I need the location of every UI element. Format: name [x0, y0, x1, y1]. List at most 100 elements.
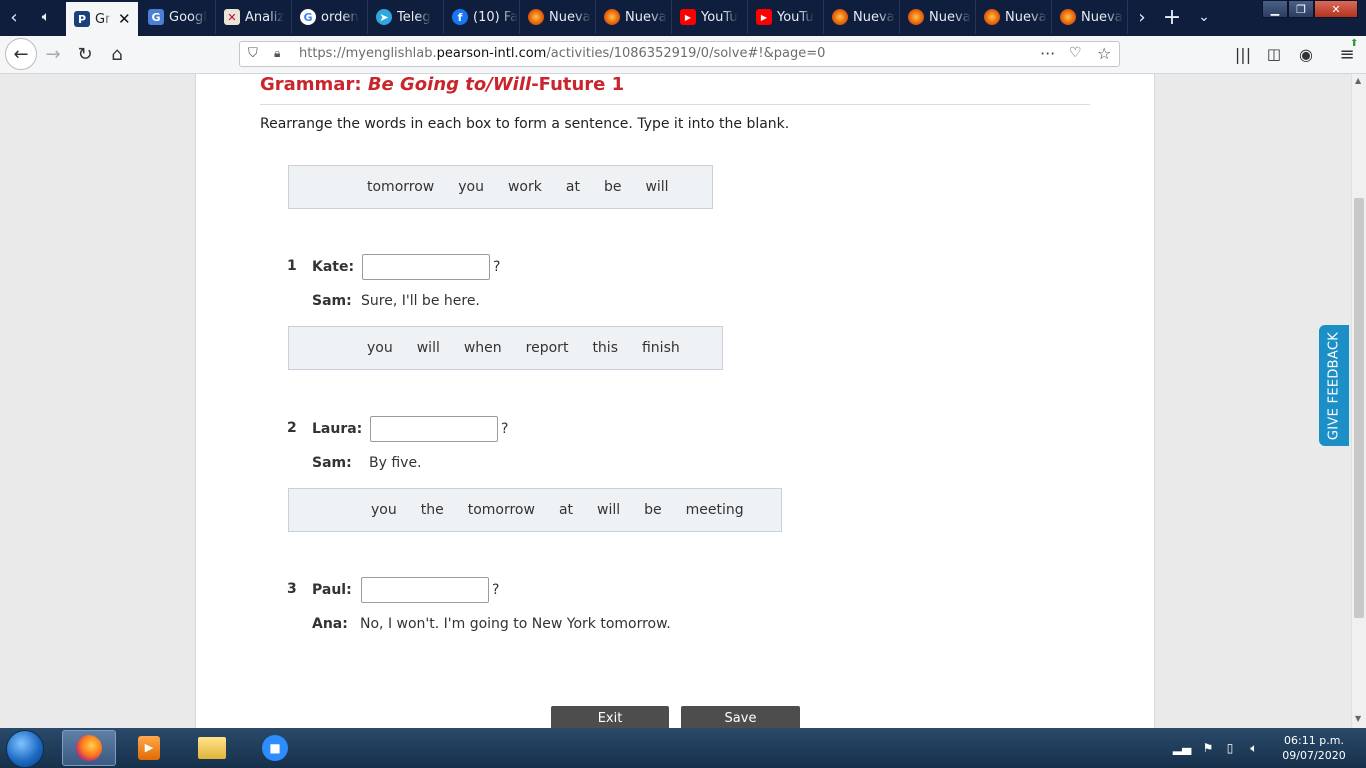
word: you [367, 340, 393, 356]
browser-tab-strip: ‹ 🔈︎ P Gr ✕ G Googl ✕ Analiz G orden ➤ T… [0, 0, 1366, 36]
restore-window-icon[interactable]: ❐ [1288, 0, 1314, 18]
update-available-icon: ⬆ [1350, 38, 1359, 49]
back-arrow-icon[interactable]: ← [5, 38, 37, 70]
google-icon: G [300, 9, 316, 25]
save-button[interactable]: Save [681, 706, 800, 728]
word: report [525, 340, 569, 356]
give-feedback-label: GIVE FEEDBACK [1326, 331, 1342, 440]
instruction-text: Rearrange the words in each box to form … [260, 116, 790, 132]
firefox-icon [604, 9, 620, 25]
taskbar-zoom[interactable]: ■ [248, 730, 302, 766]
speaker-audio-icon[interactable]: 🔈︎ [34, 5, 58, 29]
tab-telegram[interactable]: ➤ Teleg [368, 0, 444, 34]
firefox-icon [908, 9, 924, 25]
bookmark-star-icon[interactable]: ☆ [1097, 44, 1111, 63]
library-icon[interactable]: ||| [1229, 40, 1257, 68]
taskbar-clock[interactable]: 06:11 p.m. 09/07/2020 [1274, 733, 1354, 763]
close-window-icon[interactable]: ✕ [1314, 0, 1358, 18]
tab-nueva[interactable]: Nueva [900, 0, 976, 34]
tab-youtube[interactable]: ▶ YouTu [748, 0, 824, 34]
reply-text: Sure, I'll be here. [361, 293, 480, 309]
scroll-up-icon[interactable]: ▲ [1355, 76, 1361, 85]
tab-nueva[interactable]: Nueva [520, 0, 596, 34]
action-center-flag-icon[interactable]: ⚑ [1200, 740, 1216, 756]
tab-nueva[interactable]: Nueva [976, 0, 1052, 34]
word: at [565, 179, 580, 195]
tab-nueva[interactable]: Nueva [824, 0, 900, 34]
answer-input[interactable] [362, 254, 490, 280]
sidebar-icon[interactable]: ◫ [1260, 40, 1288, 68]
page-scrollbar[interactable]: ▲ ▼ [1351, 74, 1366, 728]
title-divider [260, 104, 1090, 105]
start-button-windows-icon[interactable] [6, 730, 44, 768]
tab-youtube[interactable]: ▶ YouTu [672, 0, 748, 34]
reload-icon[interactable]: ↻ [71, 40, 99, 68]
scrollbar-thumb[interactable] [1354, 198, 1364, 618]
close-tab-icon[interactable]: ✕ [118, 10, 131, 28]
lock-icon[interactable]: 🔒︎ [274, 46, 280, 61]
taskbar-media-player[interactable]: ▶ [122, 730, 176, 766]
page-actions-menu-icon[interactable]: ··· [1040, 44, 1055, 63]
tab-nueva[interactable]: Nueva [596, 0, 672, 34]
taskbar-file-explorer[interactable] [185, 730, 239, 766]
word: will [645, 179, 669, 195]
tab-label: Nueva [929, 9, 971, 25]
url-bar[interactable]: ⛉ 🔒︎ https://myenglishlab.pearson-intl.c… [239, 41, 1120, 67]
url-text[interactable]: https://myenglishlab.pearson-intl.com/ac… [299, 46, 825, 61]
tab-analiz[interactable]: ✕ Analiz [216, 0, 292, 34]
word-box: tomorrow you work at be will [288, 165, 713, 209]
give-feedback-tab[interactable]: GIVE FEEDBACK [1319, 325, 1349, 446]
tab-label: Googl [169, 9, 207, 25]
title-suffix: -Future 1 [531, 74, 625, 95]
tab-pearson[interactable]: P Gr ✕ [66, 2, 138, 36]
tab-label: Gr [95, 11, 111, 27]
word: you [458, 179, 484, 195]
word: tomorrow [367, 179, 435, 195]
home-icon[interactable]: ⌂ [103, 40, 131, 68]
url-prefix: https://myenglishlab. [299, 46, 437, 61]
url-domain: pearson-intl.com [436, 46, 547, 61]
new-tab-plus-icon[interactable]: + [1160, 5, 1184, 30]
word: be [644, 502, 662, 518]
question-mark: ? [492, 582, 500, 598]
tab-facebook[interactable]: f (10) Fa [444, 0, 520, 34]
tab-google-translate[interactable]: G Googl [140, 0, 216, 34]
firefox-icon [984, 9, 1000, 25]
forward-arrow-icon[interactable]: → [39, 40, 67, 68]
tab-nueva[interactable]: Nueva [1052, 0, 1128, 34]
activity-panel: Grammar: Be Going to/Will-Future 1 Rearr… [195, 74, 1155, 728]
reply-speaker-name: Ana: [312, 616, 348, 632]
scroll-tabs-left-icon[interactable]: ‹ [2, 5, 26, 29]
taskbar-firefox[interactable] [62, 730, 116, 766]
question-number: 1 [287, 258, 297, 274]
word-box: you will when report this finish [288, 326, 723, 370]
tab-label: YouTu [701, 9, 738, 25]
page-title: Grammar: Be Going to/Will-Future 1 [260, 74, 624, 95]
facebook-icon: f [452, 9, 468, 25]
google-translate-icon: G [148, 9, 164, 25]
scroll-down-icon[interactable]: ▼ [1355, 714, 1361, 723]
account-icon[interactable]: ◉ [1292, 40, 1320, 68]
title-italic: Be Going to/Will [367, 74, 532, 95]
answer-input[interactable] [361, 577, 489, 603]
tab-label: Nueva [1081, 9, 1123, 25]
answer-input[interactable] [370, 416, 498, 442]
word-box: you the tomorrow at will be meeting [288, 488, 782, 532]
list-all-tabs-chevron-icon[interactable]: ⌄ [1192, 5, 1216, 29]
minimize-window-icon[interactable]: ▁ [1262, 0, 1288, 18]
volume-icon[interactable]: 🔈︎ [1246, 740, 1262, 756]
word: you [371, 502, 397, 518]
scroll-tabs-right-icon[interactable]: › [1130, 5, 1154, 29]
tab-label: Nueva [549, 9, 591, 25]
word: finish [641, 340, 680, 356]
reply-speaker-name: Sam: [312, 455, 352, 471]
battery-icon[interactable]: ▯ [1222, 740, 1238, 756]
signal-bars-icon[interactable]: ▂▄ [1173, 740, 1191, 756]
tab-label: YouTu [777, 9, 814, 25]
pocket-icon[interactable]: ♡ [1069, 45, 1082, 61]
word: tomorrow [467, 502, 535, 518]
exit-button[interactable]: Exit [551, 706, 669, 728]
tracking-protection-shield-icon[interactable]: ⛉ [248, 46, 258, 61]
media-player-icon: ▶ [138, 736, 160, 760]
tab-orden[interactable]: G orden [292, 0, 368, 34]
